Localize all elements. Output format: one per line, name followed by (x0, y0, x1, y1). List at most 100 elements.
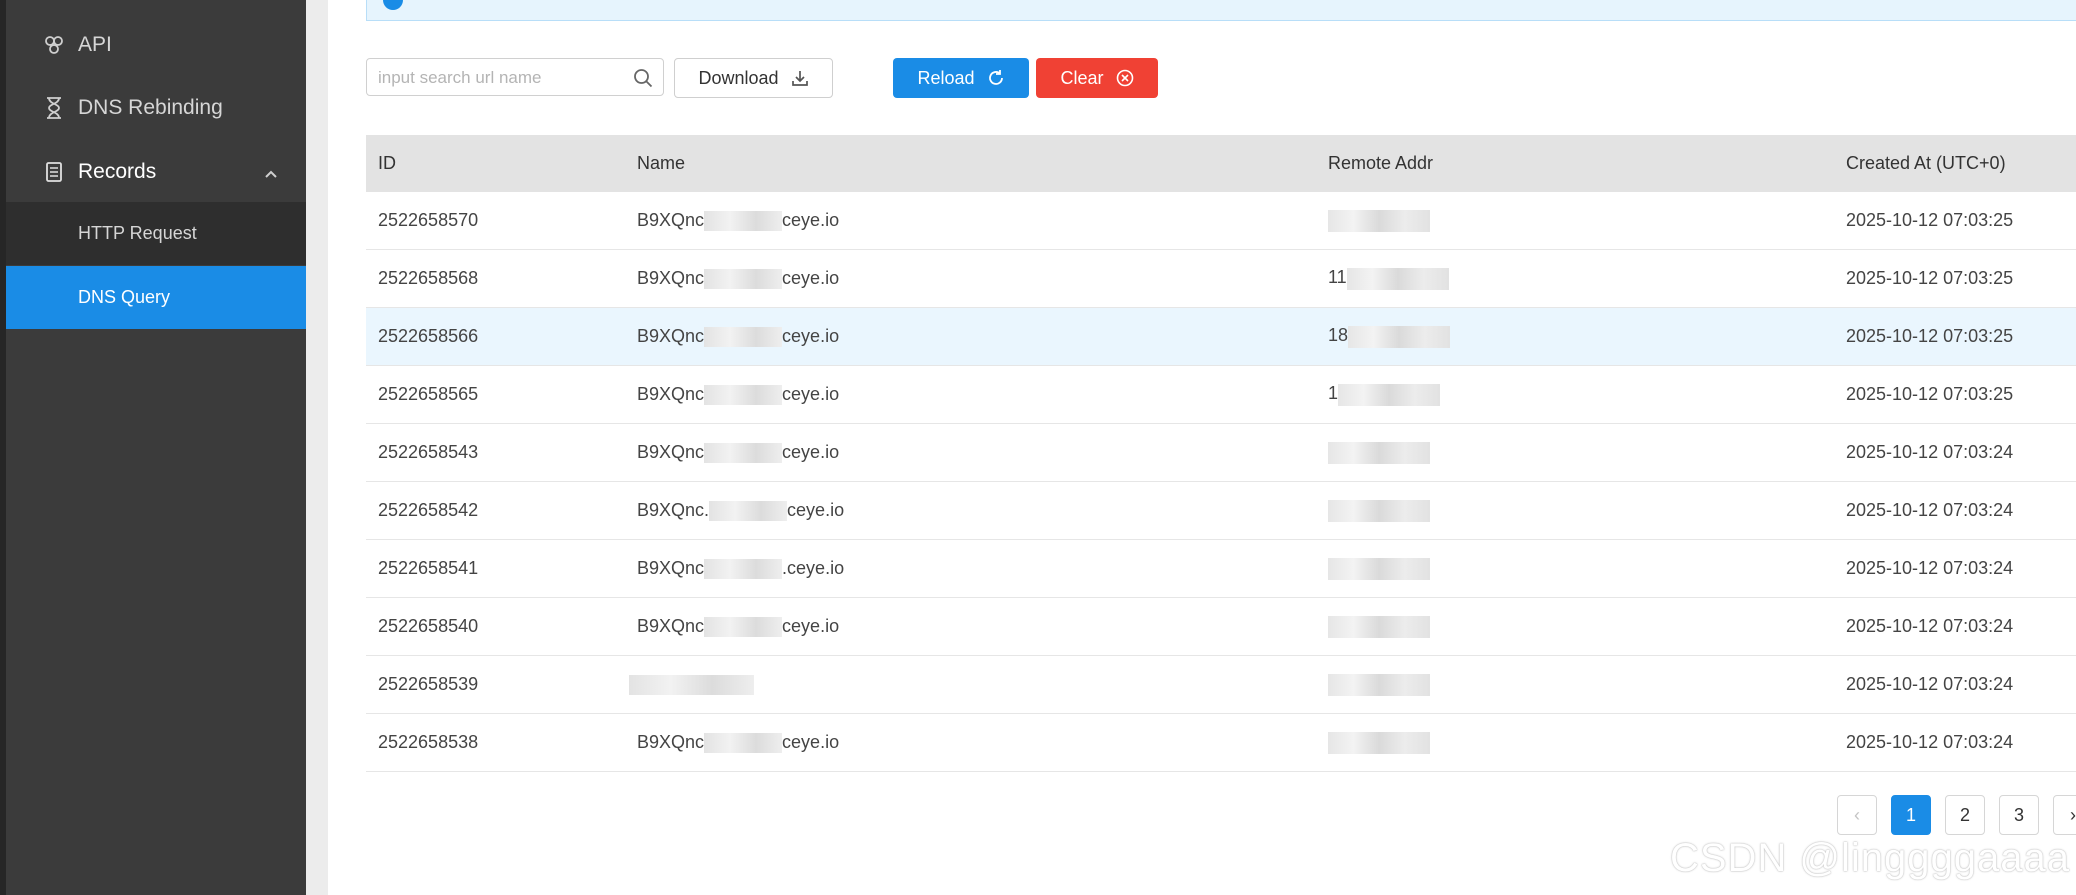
clear-button[interactable]: Clear (1036, 58, 1158, 98)
cell-created-at: 2025-10-12 07:03:25 (1846, 268, 2014, 288)
cell-created-at: 2025-10-12 07:03:25 (1846, 326, 2014, 346)
search-input[interactable] (367, 59, 630, 97)
cell-name-prefix: B9XQnc (637, 441, 705, 462)
sidebar-item-dns-rebinding[interactable]: DNS Rebinding (6, 78, 306, 138)
cell-remote-addr (1328, 673, 1430, 696)
cell-remote-addr-text: 18 (1328, 325, 1349, 346)
content-gutter (306, 0, 328, 895)
column-header-name[interactable]: Name (637, 153, 685, 174)
cell-name: B9XQnc ceye.io (637, 325, 839, 348)
redacted-block (629, 675, 754, 696)
redacted-block (704, 385, 783, 406)
table-row[interactable]: 2522658568 B9XQnc ceye.io 11 2025-10-12 07:0… (366, 250, 2076, 308)
cell-created-at: 2025-10-12 07:03:24 (1846, 674, 2014, 694)
download-button[interactable]: Download (674, 58, 833, 98)
cell-remote-addr-text: 11 (1328, 267, 1347, 288)
column-header-created-at[interactable]: Created At (UTC+0) (1846, 153, 2006, 174)
cell-name: B9XQnc ceye.io (637, 267, 840, 290)
reload-icon (987, 69, 1005, 87)
search-icon[interactable] (633, 68, 653, 93)
cell-id: 2522658539 (378, 674, 479, 694)
page-button-2[interactable]: 2 (1945, 795, 1985, 835)
table-row[interactable]: 2522658565 B9XQnc ceye.io 1 2025-10-12 07:03… (366, 366, 2076, 424)
info-alert (366, 0, 2076, 21)
sidebar-subitem-dns-query[interactable]: DNS Query (6, 266, 306, 329)
cell-created-at: 2025-10-12 07:03:24 (1846, 558, 2014, 578)
table-body: 2522658570 B9XQnc ceye.io 2025-10-12 07:03:… (366, 192, 2076, 772)
cell-created-at: 2025-10-12 07:03:24 (1846, 616, 2014, 636)
table-row[interactable]: 2522658570 B9XQnc ceye.io 2025-10-12 07:03:… (366, 192, 2076, 250)
cell-created-at: 2025-10-12 07:03:24 (1846, 442, 2014, 462)
cell-name: B9XQnc ceye.io (637, 731, 840, 754)
records-icon (43, 161, 65, 183)
cell-name-prefix: B9XQnc (637, 209, 705, 230)
redacted-block (1338, 383, 1441, 406)
download-button-label: Download (698, 67, 779, 88)
table-row[interactable]: 2522658540 B9XQnc ceye.io 2025-10-12 07:03:… (366, 598, 2076, 656)
sidebar-item-label: Records (78, 160, 157, 183)
reload-button[interactable]: Reload (893, 58, 1029, 98)
table-row[interactable]: 2522658539 2025-10-12 07:03:24 (366, 656, 2076, 714)
page-button-1[interactable]: 1 (1891, 795, 1931, 835)
cell-id: 2522658568 (378, 268, 479, 288)
cell-name-prefix: B9XQnc (637, 731, 705, 752)
redacted-block (704, 211, 783, 232)
cell-created-at: 2025-10-12 07:03:25 (1846, 384, 2014, 404)
sidebar-item-records[interactable]: Records (6, 142, 306, 202)
cell-name-prefix: B9XQnc (637, 557, 705, 578)
sidebar-subitem-http-request[interactable]: HTTP Request (6, 202, 306, 265)
cell-remote-addr: 18 (1328, 325, 1451, 348)
table-row[interactable]: 2522658542 B9XQnc. ceye.io 2025-10-12 07:03… (366, 482, 2076, 540)
cell-name-prefix: B9XQnc. (637, 499, 710, 520)
cell-created-at: 2025-10-12 07:03:24 (1846, 500, 2014, 520)
clear-button-label: Clear (1060, 67, 1104, 88)
cell-name (629, 674, 754, 696)
cell-id: 2522658542 (378, 500, 479, 520)
column-header-id[interactable]: ID (378, 153, 396, 174)
table-row[interactable]: 2522658538 B9XQnc ceye.io 2025-10-12 07:03:… (366, 714, 2076, 772)
cell-id: 2522658570 (378, 210, 479, 230)
cell-remote-addr (1328, 557, 1430, 580)
column-header-remote-addr[interactable]: Remote Addr (1328, 153, 1433, 174)
table-row[interactable]: 2522658541 B9XQnc .ceye.io 2025-10-12 07:03… (366, 540, 2076, 598)
download-icon (791, 69, 809, 87)
cell-id: 2522658566 (378, 326, 479, 346)
redacted-block (1346, 267, 1449, 290)
table-row[interactable]: 2522658566 B9XQnc ceye.io 18 2025-10-12 07:0… (366, 308, 2076, 366)
redacted-block (709, 501, 788, 522)
cell-id: 2522658538 (378, 732, 479, 752)
redacted-block (704, 617, 783, 638)
sidebar-subitem-label: HTTP Request (78, 223, 197, 243)
cell-remote-addr (1328, 441, 1430, 464)
table-row[interactable]: 2522658543 B9XQnc ceye.io 2025-10-12 07:03:… (366, 424, 2076, 482)
cell-created-at: 2025-10-12 07:03:25 (1846, 210, 2014, 230)
cell-name-suffix: ceye.io (782, 615, 840, 636)
cell-name-suffix: ceye.io (782, 731, 840, 752)
cell-remote-addr (1328, 499, 1430, 522)
redacted-block (704, 733, 783, 754)
next-page-button[interactable]: › (2053, 795, 2076, 835)
sidebar: API DNS Rebinding Records HTTP Request D… (0, 0, 306, 895)
api-icon (43, 34, 65, 56)
cell-remote-addr (1328, 209, 1430, 232)
cell-name-suffix: .ceye.io (782, 557, 845, 578)
cell-remote-addr (1328, 731, 1430, 754)
redacted-block (704, 327, 783, 348)
close-circle-icon (1116, 69, 1134, 87)
search-box (366, 58, 664, 97)
cell-name-suffix: ceye.io (782, 267, 840, 288)
cell-id: 2522658543 (378, 442, 479, 462)
redacted-block (704, 443, 783, 464)
cell-name-prefix: B9XQnc (637, 325, 705, 346)
prev-page-button[interactable]: ‹ (1837, 795, 1877, 835)
page-button-3[interactable]: 3 (1999, 795, 2039, 835)
redacted-block (1348, 325, 1451, 348)
sidebar-item-api[interactable]: API (6, 15, 306, 75)
redacted-block (1328, 731, 1430, 754)
redacted-block (1328, 673, 1430, 696)
cell-name: B9XQnc ceye.io (637, 441, 839, 464)
cell-created-at: 2025-10-12 07:03:24 (1846, 732, 2014, 752)
cell-id: 2522658565 (378, 384, 479, 404)
redacted-block (704, 559, 783, 580)
sidebar-item-label: DNS Rebinding (78, 96, 223, 119)
